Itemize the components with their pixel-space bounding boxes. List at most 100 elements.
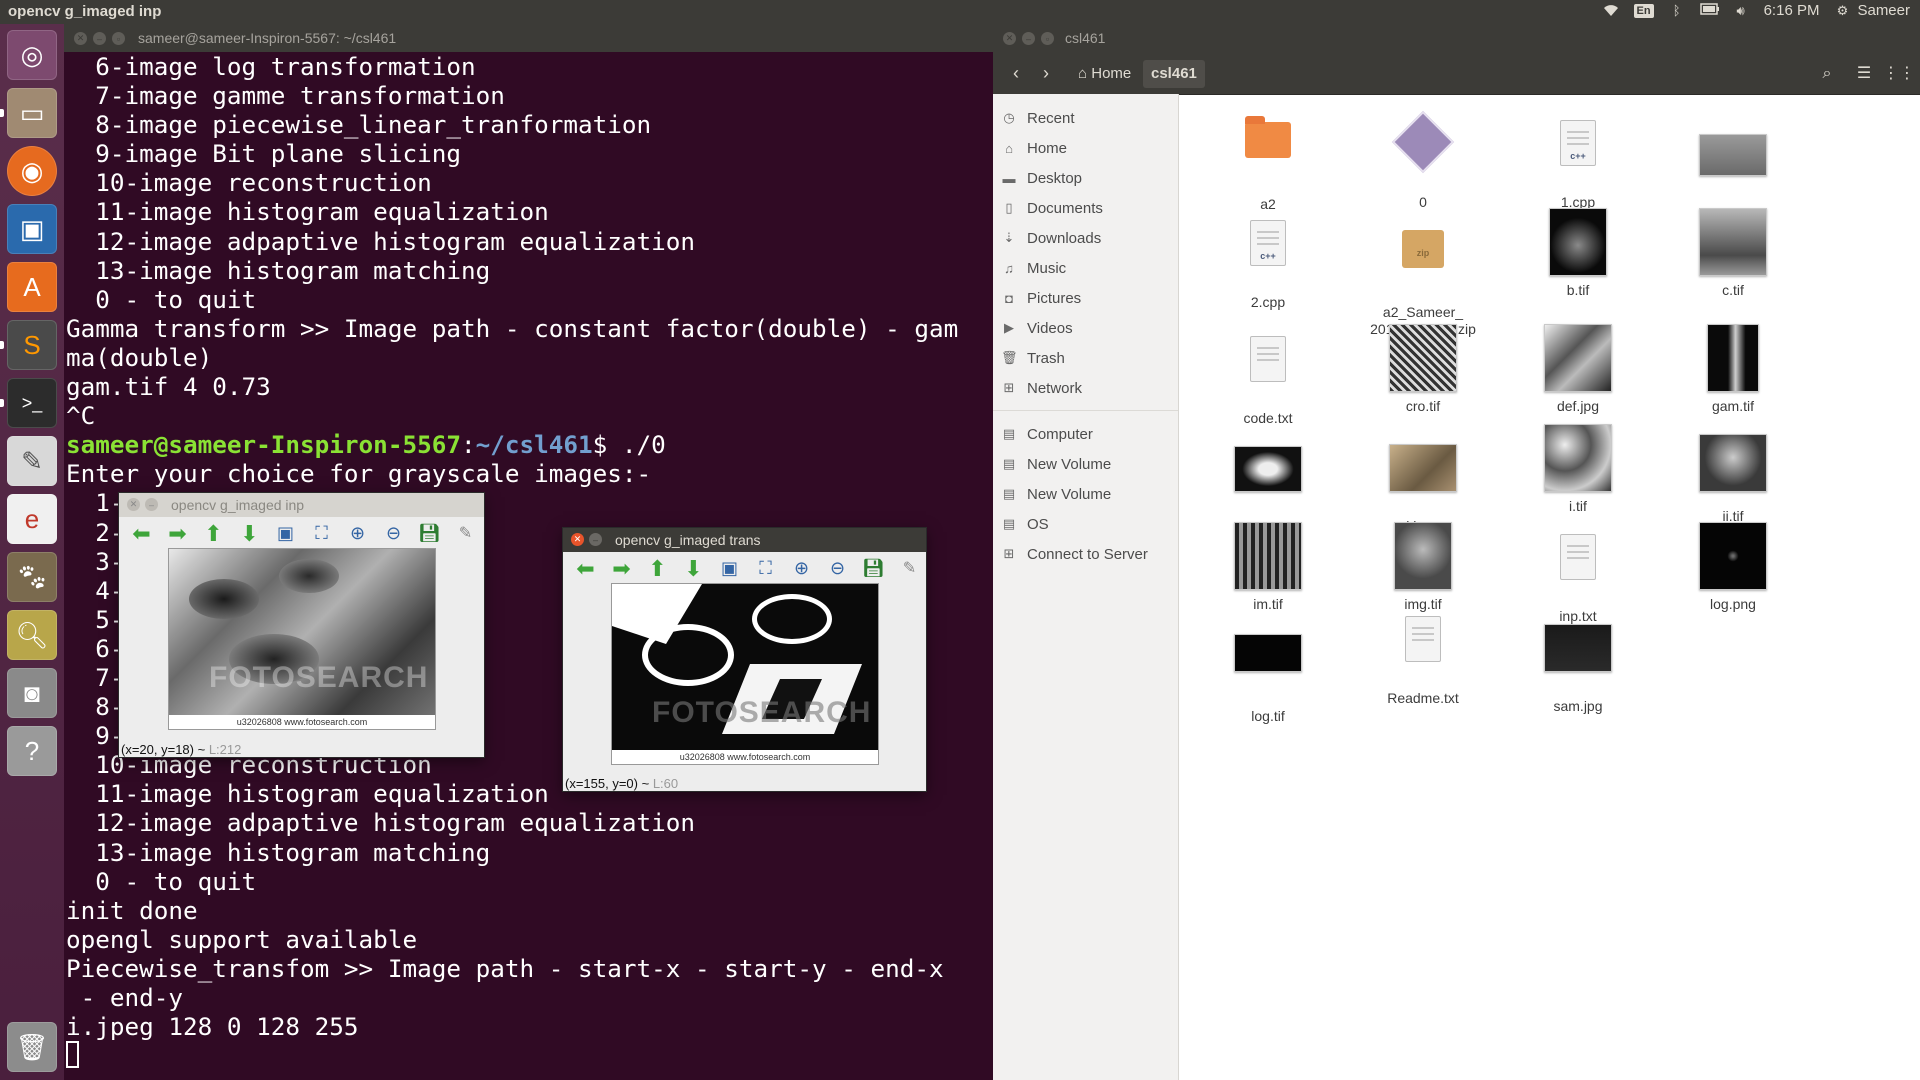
file-manager-window[interactable]: ✕ – ▫ csl461 ‹ › ⌂ Home csl461 ⌕ ☰ ⋮⋮ ◷ R… (993, 24, 1920, 1080)
sidebar-item-documents[interactable]: ▯ Documents (1001, 196, 1102, 220)
file-manager-titlebar[interactable]: ✕ – ▫ csl461 (993, 24, 1920, 52)
file-item[interactable]: c++ 1.cpp (1503, 108, 1653, 211)
close-icon[interactable]: ✕ (74, 32, 87, 45)
sidebar-item-os[interactable]: ▤ OS (1001, 512, 1049, 536)
minimize-icon[interactable]: – (93, 32, 106, 45)
keyboard-layout-indicator[interactable]: En (1633, 3, 1654, 18)
pan-right-icon[interactable]: ➡ (609, 556, 634, 581)
file-item[interactable]: im.tif (1193, 522, 1343, 613)
back-button[interactable]: ‹ (1003, 61, 1029, 87)
file-item[interactable]: ii.tif (1658, 424, 1808, 525)
close-icon[interactable]: ✕ (571, 533, 584, 546)
files-icon[interactable]: ▭ (7, 88, 57, 138)
sidebar-item-new-volume[interactable]: ▤ New Volume (1001, 482, 1111, 506)
sidebar-item-videos[interactable]: ▶ Videos (1001, 316, 1073, 340)
image-viewer-icon[interactable]: 🔍︎ (7, 610, 57, 660)
minimize-icon[interactable]: – (1022, 32, 1035, 45)
terminal-icon[interactable]: >_ (7, 378, 57, 428)
pan-left-icon[interactable]: ⬅ (573, 556, 598, 581)
pan-up-icon[interactable]: ⬆ (645, 556, 670, 581)
opencv-input-titlebar[interactable]: ✕ – opencv g_imaged inp (119, 493, 484, 517)
properties-icon[interactable]: ✎ (453, 521, 478, 546)
file-item[interactable]: cro.tif (1348, 324, 1498, 415)
zoom-fit-icon[interactable]: ⛶ (753, 556, 778, 581)
file-item[interactable]: log.tif (1193, 604, 1343, 725)
sidebar-item-pictures[interactable]: ◘ Pictures (1001, 286, 1081, 310)
pan-right-icon[interactable]: ➡ (165, 521, 190, 546)
ubuntu-dash-icon[interactable]: ◎ (7, 30, 57, 80)
close-icon[interactable]: ✕ (127, 498, 140, 511)
sidebar-item-music[interactable]: ♫ Music (1001, 256, 1066, 280)
forward-button[interactable]: › (1033, 61, 1059, 87)
clock[interactable]: 6:16 PM (1764, 2, 1820, 19)
pan-up-icon[interactable]: ⬆ (201, 521, 226, 546)
properties-icon[interactable]: ✎ (897, 556, 922, 581)
close-icon[interactable]: ✕ (1003, 32, 1016, 45)
sidebar-item-network[interactable]: ⊞ Network (1001, 376, 1082, 400)
text-editor-icon[interactable]: ✎ (7, 436, 57, 486)
sidebar-item-new-volume[interactable]: ▤ New Volume (1001, 452, 1111, 476)
list-view-icon[interactable]: ☰ (1851, 61, 1877, 87)
file-item[interactable]: b.tif (1503, 208, 1653, 299)
wifi-icon[interactable] (1602, 3, 1620, 19)
save-image-icon[interactable]: 💾︎ (417, 521, 442, 546)
screenshot-icon[interactable]: ◙ (7, 668, 57, 718)
gimp-icon[interactable]: 🐾︎ (7, 552, 57, 602)
file-item[interactable]: code.txt (1193, 324, 1343, 427)
pan-left-icon[interactable]: ⬅ (129, 521, 154, 546)
zoom-out-icon[interactable]: ⊖ (381, 521, 406, 546)
software-center-icon[interactable]: A (7, 262, 57, 312)
opencv-trans-window[interactable]: ✕ – opencv g_imaged trans ⬅ ➡ ⬆ ⬇ ▣ ⛶ ⊕ ⊖ 💾︎ ✎ FO… (563, 528, 926, 791)
sidebar-item-trash[interactable]: 🗑︎ Trash (1001, 346, 1065, 370)
document-viewer-icon[interactable]: e (7, 494, 57, 544)
zoom-in-icon[interactable]: ⊕ (789, 556, 814, 581)
file-item[interactable]: i.jpeg (1348, 424, 1498, 535)
file-item[interactable]: i.tif (1503, 424, 1653, 515)
input-image[interactable]: FOTOSEARCH u32026808 www.fotosearch.com (168, 548, 436, 730)
maximize-icon[interactable]: ▫ (1041, 32, 1054, 45)
sidebar-item-connect-to-server[interactable]: ⊞ Connect to Server (1001, 542, 1148, 566)
sublime-text-icon[interactable]: S (7, 320, 57, 370)
sidebar-item-home[interactable]: ⌂ Home (1001, 136, 1067, 160)
pan-down-icon[interactable]: ⬇ (237, 521, 262, 546)
terminal-titlebar[interactable]: ✕ – ▫ sameer@sameer-Inspiron-5567: ~/csl… (64, 24, 993, 52)
zoom-in-icon[interactable]: ⊕ (345, 521, 370, 546)
search-icon[interactable]: ⌕ (1814, 61, 1840, 87)
file-item[interactable]: Readme.txt (1348, 604, 1498, 707)
file-item[interactable]: gam.tif (1658, 324, 1808, 415)
file-item[interactable]: 0 (1348, 108, 1498, 211)
zoom-original-icon[interactable]: ▣ (717, 556, 742, 581)
file-item[interactable]: a2 (1193, 108, 1343, 213)
opencv-input-window[interactable]: ✕ – opencv g_imaged inp ⬅ ➡ ⬆ ⬇ ▣ ⛶ ⊕ ⊖ 💾︎ ✎ FOTO… (119, 493, 484, 757)
grid-view-icon[interactable]: ⋮⋮ (1883, 61, 1915, 87)
transformed-image[interactable]: FOTOSEARCH u32026808 www.fotosearch.com (611, 583, 879, 765)
zoom-fit-icon[interactable]: ⛶ (309, 521, 334, 546)
opencv-trans-titlebar[interactable]: ✕ – opencv g_imaged trans (563, 528, 926, 552)
trash-icon[interactable]: 🗑︎ (7, 1022, 57, 1072)
sidebar-item-desktop[interactable]: ▬ Desktop (1001, 166, 1083, 190)
file-item[interactable]: img.tif (1348, 522, 1498, 613)
battery-icon[interactable] (1699, 2, 1719, 19)
file-item[interactable]: def.jpg (1503, 324, 1653, 415)
sidebar-item-recent[interactable]: ◷ Recent (1001, 106, 1074, 130)
sidebar-item-downloads[interactable]: ⇣ Downloads (1001, 226, 1102, 250)
file-item[interactable]: sam.jpg (1503, 604, 1653, 715)
firefox-icon[interactable]: ◉ (7, 146, 57, 196)
file-item[interactable]: zipa2_Sameer_ 2016csb1058.zip (1348, 208, 1498, 338)
save-image-icon[interactable]: 💾︎ (861, 556, 886, 581)
user-menu[interactable]: ⚙ Sameer (1833, 2, 1910, 19)
volume-icon[interactable]: 🔊︎ (1732, 3, 1750, 19)
zoom-out-icon[interactable]: ⊖ (825, 556, 850, 581)
zoom-original-icon[interactable]: ▣ (273, 521, 298, 546)
virtualbox-icon[interactable]: ▣ (7, 204, 57, 254)
file-item[interactable]: log.png (1658, 522, 1808, 613)
breadcrumb-current[interactable]: csl461 (1143, 60, 1205, 88)
minimize-icon[interactable]: – (145, 498, 158, 511)
pan-down-icon[interactable]: ⬇ (681, 556, 706, 581)
maximize-icon[interactable]: ▫ (112, 32, 125, 45)
file-item[interactable]: get.png (1193, 424, 1343, 537)
breadcrumb-home[interactable]: ⌂ Home (1070, 60, 1139, 88)
sidebar-item-computer[interactable]: ▤ Computer (1001, 422, 1093, 446)
file-item[interactable]: c++ 2.cpp (1193, 208, 1343, 311)
bluetooth-icon[interactable]: ᛒ (1668, 3, 1686, 19)
